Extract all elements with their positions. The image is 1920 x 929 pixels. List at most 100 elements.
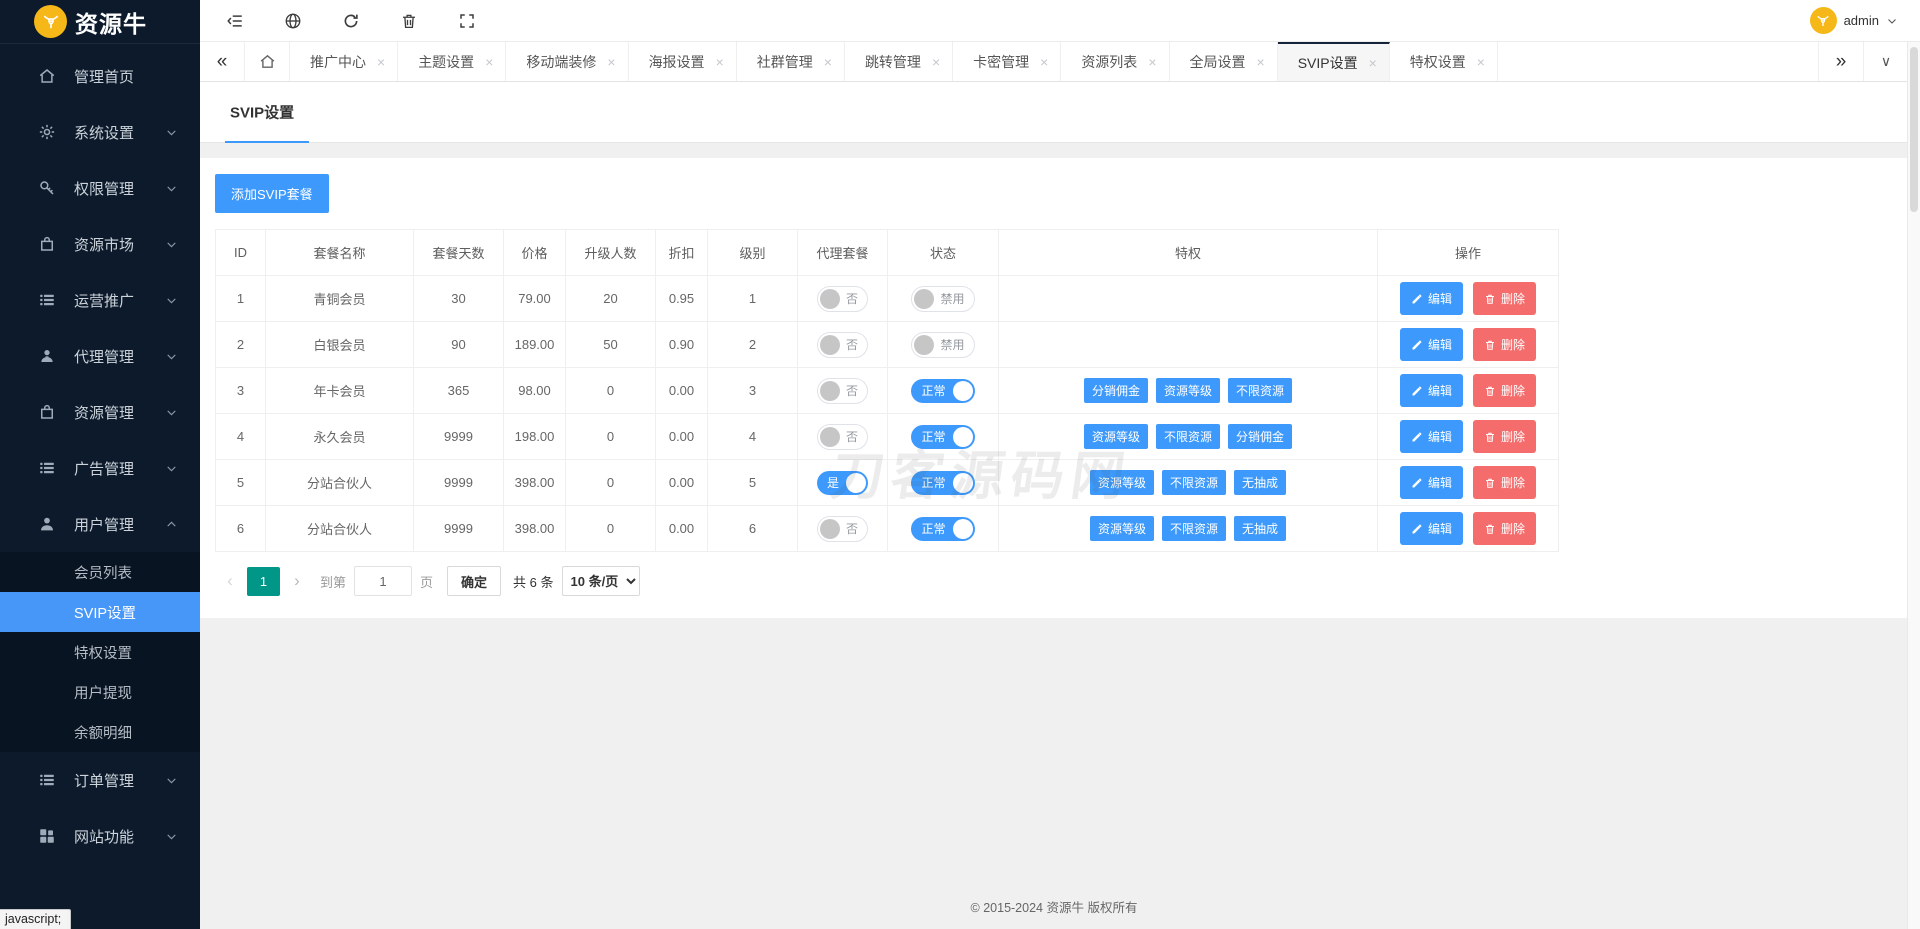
sidebar-subitem-2[interactable]: 特权设置	[0, 632, 200, 672]
toggle-off[interactable]: 否	[816, 331, 868, 358]
sidebar-subitem-1[interactable]: SVIP设置	[0, 592, 200, 632]
toggle-on[interactable]: 正常	[911, 470, 975, 495]
chevron-right-icon[interactable]: ›	[282, 566, 312, 596]
page-number-current[interactable]: 1	[247, 566, 280, 596]
privilege-tag[interactable]: 资源等级	[1089, 470, 1154, 495]
expand-icon[interactable]	[458, 12, 476, 30]
refresh-icon[interactable]	[342, 12, 360, 30]
close-icon[interactable]: ×	[1477, 55, 1485, 69]
close-icon[interactable]: ×	[716, 55, 724, 69]
privilege-tag[interactable]: 资源等级	[1083, 424, 1148, 449]
close-icon[interactable]: ×	[932, 55, 940, 69]
tab-8[interactable]: 全局设置 ×	[1170, 42, 1278, 81]
privilege-tag[interactable]: 资源等级	[1155, 378, 1220, 403]
sidebar-item-5[interactable]: 代理管理	[0, 328, 200, 384]
toggle-on[interactable]: 正常	[911, 378, 975, 403]
trash-icon[interactable]	[400, 12, 418, 30]
toggle-on[interactable]: 正常	[911, 516, 975, 541]
close-icon[interactable]: ×	[607, 55, 615, 69]
tab-7[interactable]: 资源列表 ×	[1061, 42, 1170, 81]
tab-6[interactable]: 卡密管理 ×	[953, 42, 1062, 81]
chevron-down-icon	[165, 350, 178, 363]
edit-button[interactable]: 编辑	[1399, 328, 1463, 361]
privilege-tag[interactable]: 不限资源	[1155, 424, 1220, 449]
edit-button[interactable]: 编辑	[1399, 512, 1463, 545]
chevron-left-icon[interactable]: ‹	[215, 566, 245, 596]
tab-label: 全局设置	[1189, 53, 1246, 70]
sidebar-item-0[interactable]: 管理首页	[0, 48, 200, 104]
collapse-icon[interactable]	[226, 12, 244, 30]
sidebar-subitem-3[interactable]: 用户提现	[0, 672, 200, 712]
edit-button[interactable]: 编辑	[1399, 420, 1463, 453]
delete-button[interactable]: 删除	[1473, 420, 1537, 453]
tab-1[interactable]: 主题设置 ×	[398, 42, 507, 81]
close-icon[interactable]: ×	[1257, 55, 1265, 69]
table-row: 3 年卡会员 365 98.00 0 0.00 3 否正常 分销佣金 资源等级 不限资源 编辑 删除	[215, 367, 1559, 414]
privilege-tag[interactable]: 不限资源	[1161, 470, 1226, 495]
edit-button[interactable]: 编辑	[1399, 282, 1463, 315]
tab-home-button[interactable]	[245, 42, 290, 81]
delete-button[interactable]: 删除	[1473, 512, 1537, 545]
edit-label: 编辑	[1427, 338, 1452, 352]
toggle-knob	[819, 426, 840, 447]
globe-icon[interactable]	[284, 12, 302, 30]
tabs-scroll-right-button[interactable]: »	[1818, 42, 1863, 81]
chevron-down-icon	[165, 126, 178, 139]
toggle-off[interactable]: 否	[816, 515, 868, 542]
tab-4[interactable]: 社群管理 ×	[737, 42, 845, 81]
tab-2[interactable]: 移动端装修 ×	[506, 42, 629, 81]
privilege-tag[interactable]: 不限资源	[1228, 378, 1293, 403]
close-icon[interactable]: ×	[377, 55, 385, 69]
user-menu[interactable]: admin	[1809, 7, 1898, 34]
sidebar-item-6[interactable]: 资源管理	[0, 384, 200, 440]
sidebar-item-2[interactable]: 权限管理	[0, 160, 200, 216]
edit-button[interactable]: 编辑	[1399, 374, 1463, 407]
toggle-off[interactable]: 禁用	[911, 285, 975, 312]
tab-3[interactable]: 海报设置 ×	[629, 42, 737, 81]
goto-page-input[interactable]	[354, 566, 413, 596]
add-svip-button[interactable]: 添加SVIP套餐	[215, 174, 329, 213]
app-logo[interactable]: 资源牛	[0, 0, 200, 44]
privilege-tag[interactable]: 无抽成	[1234, 516, 1287, 541]
close-icon[interactable]: ×	[824, 55, 832, 69]
tab-9[interactable]: SVIP设置 ×	[1277, 42, 1390, 81]
close-icon[interactable]: ×	[1369, 56, 1377, 70]
toggle-off[interactable]: 禁用	[911, 331, 975, 358]
sidebar-subitem-4[interactable]: 余额明细	[0, 712, 200, 752]
tab-5[interactable]: 跳转管理 ×	[845, 42, 954, 81]
scrollbar-track[interactable]	[1907, 42, 1920, 929]
delete-button[interactable]: 删除	[1473, 328, 1537, 361]
toggle-on[interactable]: 正常	[911, 424, 975, 449]
close-icon[interactable]: ×	[1148, 55, 1156, 69]
sidebar-item-10[interactable]: 网站功能	[0, 808, 200, 864]
tabs-menu-button[interactable]: ∨	[1863, 42, 1908, 81]
tab-10[interactable]: 特权设置 ×	[1390, 42, 1498, 81]
sidebar-item-3[interactable]: 资源市场	[0, 216, 200, 272]
tab-0[interactable]: 推广中心 ×	[290, 42, 399, 81]
privilege-tag[interactable]: 资源等级	[1089, 516, 1154, 541]
tabs-scroll-left-button[interactable]: «	[200, 42, 245, 81]
page-size-select[interactable]: 10 条/页	[561, 566, 640, 596]
sidebar-item-4[interactable]: 运营推广	[0, 272, 200, 328]
toggle-off[interactable]: 否	[816, 377, 868, 404]
scrollbar-thumb[interactable]	[1910, 47, 1918, 212]
delete-button[interactable]: 删除	[1473, 374, 1537, 407]
sidebar-item-9[interactable]: 订单管理	[0, 752, 200, 808]
delete-button[interactable]: 删除	[1473, 282, 1537, 315]
sidebar-item-1[interactable]: 系统设置	[0, 104, 200, 160]
toggle-on[interactable]: 是	[816, 470, 868, 495]
delete-button[interactable]: 删除	[1473, 466, 1537, 499]
toggle-off[interactable]: 否	[816, 423, 868, 450]
sidebar-item-8[interactable]: 用户管理	[0, 496, 200, 552]
confirm-button[interactable]: 确定	[447, 566, 502, 596]
privilege-tag[interactable]: 分销佣金	[1228, 424, 1293, 449]
sidebar-subitem-0[interactable]: 会员列表	[0, 552, 200, 592]
privilege-tag[interactable]: 无抽成	[1234, 470, 1287, 495]
edit-button[interactable]: 编辑	[1399, 466, 1463, 499]
close-icon[interactable]: ×	[1040, 55, 1048, 69]
privilege-tag[interactable]: 不限资源	[1161, 516, 1226, 541]
close-icon[interactable]: ×	[485, 55, 493, 69]
toggle-off[interactable]: 否	[816, 285, 868, 312]
privilege-tag[interactable]: 分销佣金	[1083, 378, 1148, 403]
sidebar-item-7[interactable]: 广告管理	[0, 440, 200, 496]
